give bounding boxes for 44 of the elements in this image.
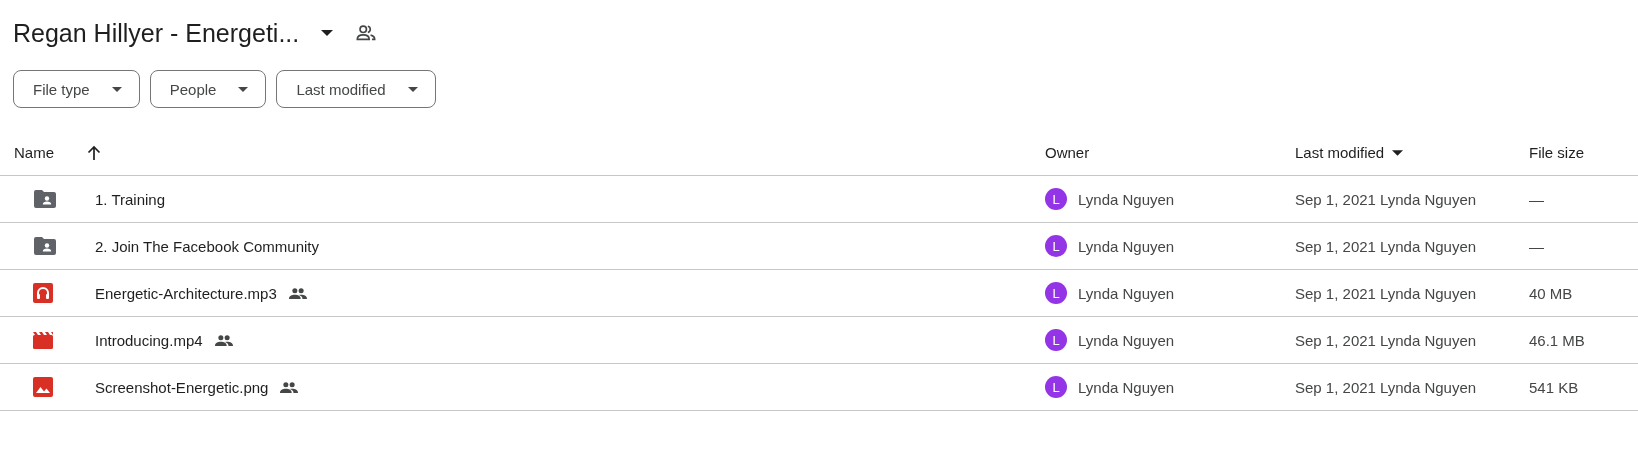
file-name[interactable]: 2. Join The Facebook Community	[95, 237, 319, 255]
filter-chip[interactable]: File type	[13, 70, 140, 108]
modified-by: Lynda Nguyen	[1379, 237, 1477, 255]
file-size: —	[1529, 190, 1544, 208]
modified-by: Lynda Nguyen	[1379, 331, 1477, 349]
file-name[interactable]: Screenshot-Energetic.png	[95, 378, 269, 396]
file-size: —	[1529, 237, 1544, 255]
filter-chip[interactable]: Last modified	[276, 70, 436, 108]
owner-avatar: L	[1045, 376, 1067, 398]
owner-avatar: L	[1045, 188, 1067, 210]
caret-icon	[111, 86, 122, 92]
owner-avatar: L	[1045, 235, 1067, 257]
owner-name: Lynda Nguyen	[1078, 284, 1175, 302]
caret-icon[interactable]	[321, 30, 334, 36]
modified-by: Lynda Nguyen	[1379, 284, 1477, 302]
file-name[interactable]: 1. Training	[95, 190, 166, 208]
column-header[interactable]: Name	[14, 144, 54, 161]
modified-date: Sep 1, 2021	[1295, 284, 1376, 302]
caret-icon	[238, 86, 249, 92]
owner-name: Lynda Nguyen	[1078, 190, 1175, 208]
file-name[interactable]: Energetic-Architecture.mp3	[95, 284, 277, 302]
folder-title[interactable]: Regan Hillyer - Energeti...	[13, 18, 300, 48]
modified-by: Lynda Nguyen	[1379, 190, 1477, 208]
owner-avatar: L	[1045, 282, 1067, 304]
modified-date: Sep 1, 2021	[1295, 378, 1376, 396]
file-size: 541 KB	[1529, 378, 1579, 396]
owner-name: Lynda Nguyen	[1078, 331, 1175, 349]
column-header[interactable]: File size	[1529, 144, 1584, 161]
sort-caret-icon[interactable]	[1392, 149, 1404, 156]
caret-icon	[407, 86, 418, 92]
modified-date: Sep 1, 2021	[1295, 331, 1376, 349]
file-size: 40 MB	[1529, 284, 1573, 302]
owner-name: Lynda Nguyen	[1078, 237, 1175, 255]
column-header[interactable]: Last modified	[1295, 144, 1385, 161]
sort-arrow-icon[interactable]	[86, 144, 102, 161]
file-size: 46.1 MB	[1529, 331, 1585, 349]
owner-name: Lynda Nguyen	[1078, 378, 1175, 396]
modified-date: Sep 1, 2021	[1295, 190, 1376, 208]
column-header[interactable]: Owner	[1045, 144, 1090, 161]
modified-date: Sep 1, 2021	[1295, 237, 1376, 255]
file-name[interactable]: Introducing.mp4	[95, 331, 203, 349]
owner-avatar: L	[1045, 329, 1067, 351]
filter-chip[interactable]: People	[149, 70, 267, 108]
modified-by: Lynda Nguyen	[1379, 378, 1477, 396]
